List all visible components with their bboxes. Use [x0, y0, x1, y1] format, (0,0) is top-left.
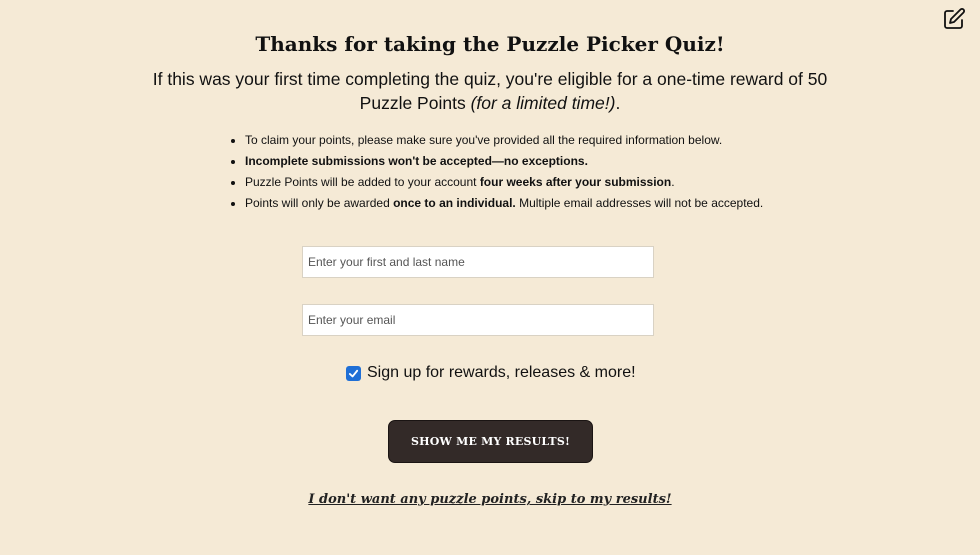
checkmark-icon [348, 369, 359, 377]
skip-to-results-link[interactable]: I don't want any puzzle points, skip to … [0, 492, 980, 507]
rule-timing-bold: four weeks after your submission [479, 175, 672, 189]
show-results-button[interactable]: SHOW ME MY RESULTS! [388, 420, 593, 463]
rule-once-bold: once to an individual. [393, 196, 516, 210]
page-title: Thanks for taking the Puzzle Picker Quiz… [255, 32, 725, 56]
rules-list: To claim your points, please make sure y… [232, 130, 845, 214]
rule-claim-text: To claim your points, please make sure y… [245, 133, 723, 147]
rule-item-claim: To claim your points, please make sure y… [245, 130, 845, 151]
signup-checkbox[interactable] [346, 365, 361, 381]
limited-time-note: (for a limited time!) [470, 93, 616, 113]
signup-option: Sign up for rewards, releases & more! [346, 364, 636, 382]
rule-once-pre: Points will only be awarded [245, 196, 394, 210]
reward-description: If this was your first time completing t… [140, 67, 840, 115]
rule-timing-pre: Puzzle Points will be added to your acco… [245, 175, 480, 189]
rule-item-once: Points will only be awarded once to an i… [245, 193, 845, 214]
edit-icon[interactable] [942, 7, 966, 31]
rule-item-incomplete: Incomplete submissions won't be accepted… [245, 151, 845, 172]
signup-label[interactable]: Sign up for rewards, releases & more! [367, 364, 636, 382]
rule-timing-post: . [671, 175, 675, 189]
email-input[interactable] [302, 304, 654, 336]
rule-incomplete-text: Incomplete submissions won't be accepted… [245, 154, 588, 168]
reward-description-end: . [615, 93, 621, 113]
rule-item-timing: Puzzle Points will be added to your acco… [245, 172, 845, 193]
rule-once-post: Multiple email addresses will not be acc… [515, 196, 764, 210]
name-input[interactable] [302, 246, 654, 278]
